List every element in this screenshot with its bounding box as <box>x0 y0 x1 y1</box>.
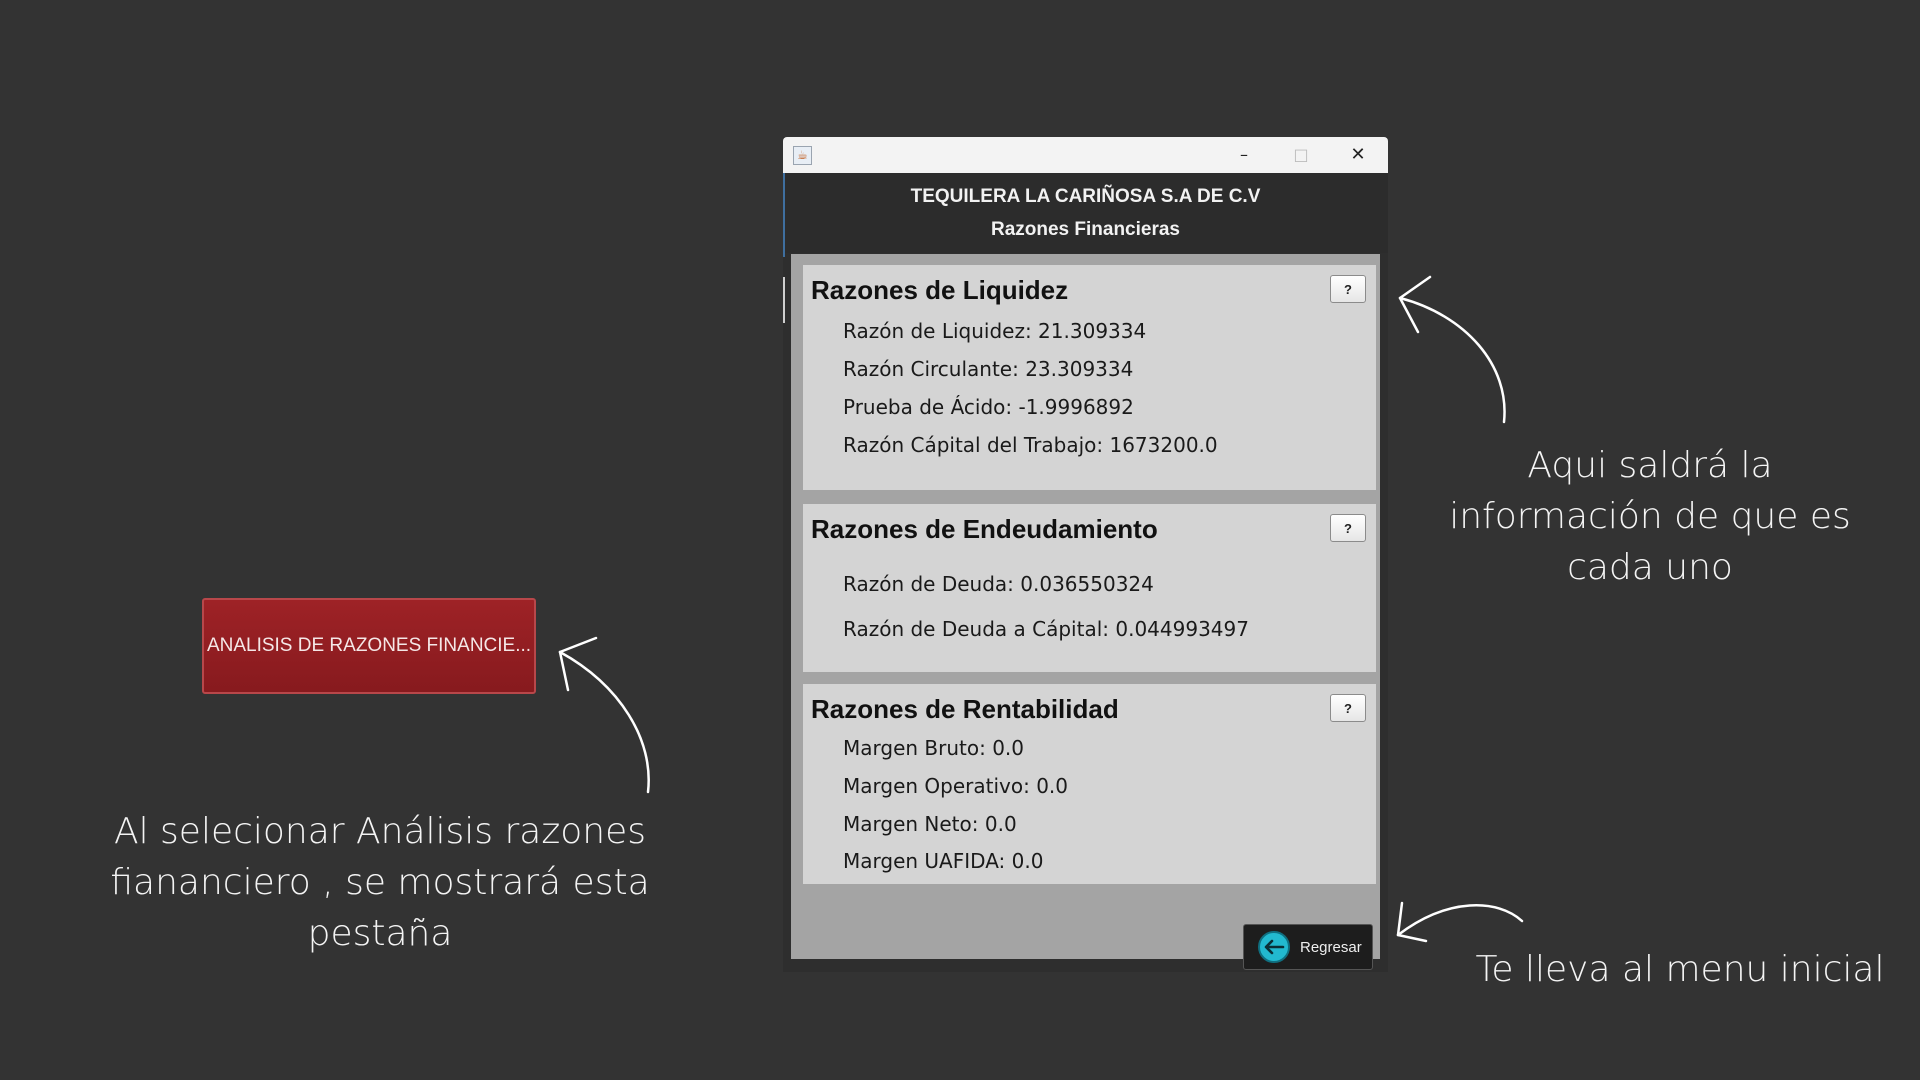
annotation-left-line-2: fiananciero , se mostrará esta <box>110 862 650 903</box>
annotation-left-line-3: pestaña <box>307 913 453 954</box>
ratio-row: Razón Cápital del Trabajo: 1673200.0 <box>843 433 1218 457</box>
regresar-button[interactable]: Regresar <box>1243 924 1373 970</box>
ratio-row: Margen Bruto: 0.0 <box>843 736 1025 760</box>
ratio-row: Prueba de Ácido: -1.9996892 <box>843 395 1134 419</box>
regresar-label: Regresar <box>1300 938 1362 956</box>
java-app-icon: ☕ <box>793 146 812 165</box>
help-button-endeudamiento[interactable]: ? <box>1330 514 1366 542</box>
annotation-bottom: Te lleva al menu inicial <box>1475 949 1885 990</box>
ratio-row: Razón de Liquidez: 21.309334 <box>843 319 1147 343</box>
panel-rentabilidad-title: Razones de Rentabilidad <box>811 694 1119 724</box>
annotation-right-line-3: cada uno <box>1567 547 1733 588</box>
arrow-left-icon <box>1264 939 1285 955</box>
annotation-left: Al selecionar Análisis razones fianancie… <box>80 806 680 959</box>
slide: ANALISIS DE RAZONES FINANCIE... Al selec… <box>0 0 1920 1080</box>
window-header <box>783 173 1388 253</box>
annotation-right-line-2: información de que es <box>1449 496 1851 537</box>
window-titlebar[interactable]: ☕ – □ ✕ <box>783 137 1388 173</box>
panel-rentabilidad: Razones de Rentabilidad ? Margen Bruto: … <box>803 684 1376 884</box>
panel-liquidez-title: Razones de Liquidez <box>811 275 1069 305</box>
help-button-liquidez[interactable]: ? <box>1330 275 1366 303</box>
annotation-right: Aqui saldrá la información de que es cad… <box>1420 440 1880 593</box>
arrow-left-circle-icon <box>1258 931 1290 963</box>
window-subtitle: Razones Financieras <box>990 219 1181 240</box>
company-name: TEQUILERA LA CARIÑOSA S.A DE C.V <box>910 186 1261 207</box>
help-button-rentabilidad[interactable]: ? <box>1330 694 1366 722</box>
ratio-row: Margen Operativo: 0.0 <box>843 774 1069 798</box>
ratio-row: Margen Neto: 0.0 <box>843 812 1017 836</box>
focus-border-inner <box>783 277 785 323</box>
ratio-row: Razón Circulante: 23.309334 <box>843 357 1134 381</box>
panel-liquidez: Razones de Liquidez ? Razón de Liquidez:… <box>803 265 1376 490</box>
panel-endeudamiento: Razones de Endeudamiento ? Razón de Deud… <box>803 504 1376 672</box>
maximize-button[interactable]: □ <box>1281 141 1321 169</box>
ratio-row: Razón de Deuda: 0.036550324 <box>843 572 1154 596</box>
analisis-razones-button[interactable]: ANALISIS DE RAZONES FINANCIE... <box>202 598 536 694</box>
ratios-container: Razones de Liquidez ? Razón de Liquidez:… <box>791 254 1380 959</box>
annotation-left-line-1: Al selecionar Análisis razones <box>113 811 647 852</box>
panel-endeudamiento-title: Razones de Endeudamiento <box>811 514 1158 544</box>
arrow-to-back-button <box>1396 901 1524 943</box>
ratio-row: Margen UAFIDA: 0.0 <box>843 849 1044 873</box>
arrow-to-launch-button <box>558 636 650 794</box>
minimize-button[interactable]: – <box>1224 141 1264 169</box>
close-button[interactable]: ✕ <box>1338 141 1378 169</box>
annotation-right-line-1: Aqui saldrá la <box>1527 445 1773 486</box>
razones-financieras-window: ☕ – □ ✕ TEQUILERA LA CARIÑOSA S.A DE C.V… <box>783 137 1388 972</box>
ratio-row: Razón de Deuda a Cápital: 0.044993497 <box>843 617 1249 641</box>
arrow-to-help-button <box>1398 275 1506 424</box>
